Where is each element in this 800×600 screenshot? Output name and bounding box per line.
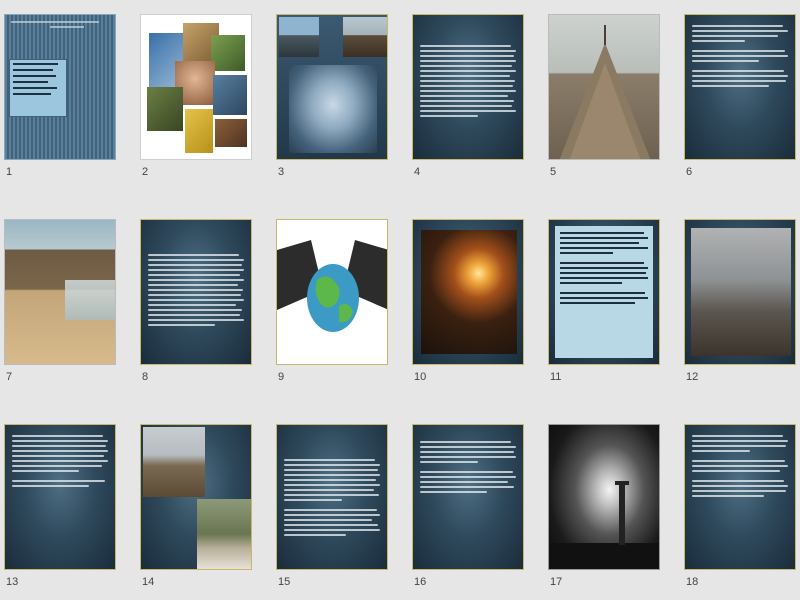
slide-photo (197, 499, 251, 569)
slide-16-thumbnail[interactable] (412, 424, 524, 570)
slide-number: 18 (686, 576, 699, 588)
slide-text-panel (555, 226, 653, 358)
slide-18-cell: 18 (684, 424, 796, 594)
slide-14-cell: 14 (140, 424, 252, 594)
slide-number: 17 (550, 576, 563, 588)
slide-photo (559, 25, 651, 159)
collage-photo (185, 109, 213, 153)
slide-12-thumbnail[interactable] (684, 219, 796, 365)
slide-1-cell: 1 (4, 14, 116, 184)
slide-3-cell: 3 (276, 14, 388, 184)
slide-8-thumbnail[interactable] (140, 219, 252, 365)
collage-photo (211, 35, 245, 71)
slide-number: 6 (686, 166, 693, 178)
slide-photo (289, 65, 377, 153)
slide-5-thumbnail[interactable] (548, 14, 660, 160)
slide-number: 10 (414, 371, 427, 383)
collage-photo (147, 87, 183, 131)
slide-7-cell: 7 (4, 219, 116, 389)
slide-number: 8 (142, 371, 149, 383)
slide-number: 12 (686, 371, 699, 383)
slide-photo (549, 481, 659, 569)
slide-number: 1 (6, 166, 13, 178)
slide-9-thumbnail[interactable] (276, 219, 388, 365)
slide-number: 14 (142, 576, 155, 588)
slide-photo (691, 228, 791, 356)
slide-number: 2 (142, 166, 149, 178)
slide-6-thumbnail[interactable] (684, 14, 796, 160)
slide-5-cell: 5 (548, 14, 660, 184)
slide-6-cell: 6 (684, 14, 796, 184)
slide-14-thumbnail[interactable] (140, 424, 252, 570)
slide-15-thumbnail[interactable] (276, 424, 388, 570)
slide-1-text-box (9, 59, 67, 117)
slide-3-thumbnail[interactable] (276, 14, 388, 160)
slide-text-body (692, 435, 788, 500)
slide-text-body (420, 45, 516, 120)
slide-8-cell: 8 (140, 219, 252, 389)
slide-text-body (692, 25, 788, 90)
slide-1-thumbnail[interactable] (4, 14, 116, 160)
slide-9-cell: 9 (276, 219, 388, 389)
slide-11-cell: 11 (548, 219, 660, 389)
slide-13-cell: 13 (4, 424, 116, 594)
slide-17-thumbnail[interactable] (548, 424, 660, 570)
slide-photo (143, 427, 205, 497)
slide-text-body (148, 254, 244, 329)
slide-number: 9 (278, 371, 285, 383)
slide-4-thumbnail[interactable] (412, 14, 524, 160)
collage-photo (215, 119, 247, 147)
slide-text-body (284, 459, 380, 539)
slide-2-thumbnail[interactable] (140, 14, 252, 160)
slide-7-thumbnail[interactable] (4, 219, 116, 365)
slide-17-cell: 17 (548, 424, 660, 594)
slide-number: 7 (6, 371, 13, 383)
slide-16-cell: 16 (412, 424, 524, 594)
slide-photo (65, 280, 115, 320)
slide-18-thumbnail[interactable] (684, 424, 796, 570)
slide-number: 5 (550, 166, 557, 178)
slide-4-cell: 4 (412, 14, 524, 184)
slide-15-cell: 15 (276, 424, 388, 594)
slide-11-thumbnail[interactable] (548, 219, 660, 365)
slide-2-cell: 2 (140, 14, 252, 184)
slide-1-title (11, 21, 109, 43)
slide-sorter-pane[interactable]: 1 2 3 4 5 6 7 8 9 10 11 12 13 14 15 16 1… (0, 0, 800, 600)
slide-photo (421, 230, 517, 354)
slide-12-cell: 12 (684, 219, 796, 389)
slide-number: 13 (6, 576, 19, 588)
slide-number: 15 (278, 576, 291, 588)
slide-13-thumbnail[interactable] (4, 424, 116, 570)
handshake-globe-image (277, 240, 387, 332)
slide-number: 11 (550, 371, 562, 383)
slide-number: 16 (414, 576, 427, 588)
slide-photo (279, 17, 319, 57)
slide-photo (343, 17, 387, 57)
slide-10-cell: 10 (412, 219, 524, 389)
slide-number: 3 (278, 166, 285, 178)
slide-text-body (12, 435, 108, 490)
slide-10-thumbnail[interactable] (412, 219, 524, 365)
slide-number: 4 (414, 166, 421, 178)
slide-text-body (420, 441, 516, 496)
collage-photo (213, 75, 247, 115)
